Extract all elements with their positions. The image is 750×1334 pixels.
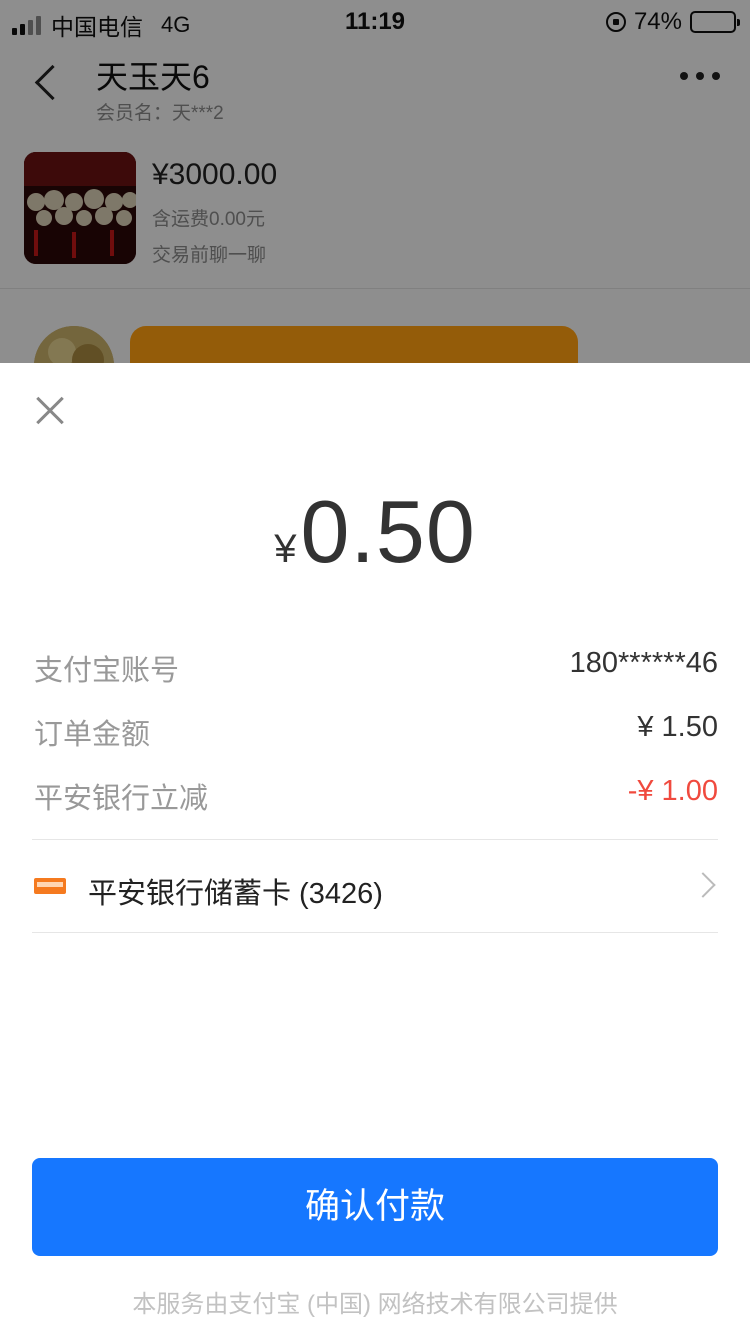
footer-note: 本服务由支付宝 (中国) 网络技术有限公司提供 — [132, 1291, 618, 1318]
payment-sheet: ¥0.50 支付宝账号 180******46 订单金额 ¥ 1.50 平安银行… — [0, 363, 750, 1334]
detail-row-account: 支付宝账号 180******46 — [34, 647, 718, 691]
detail-value: ¥ 1.50 — [637, 711, 718, 743]
detail-label: 订单金额 — [34, 719, 151, 751]
currency-symbol: ¥ — [274, 527, 297, 571]
payment-method-label: 平安银行储蓄卡 (3426) — [88, 878, 383, 910]
payment-method-selector[interactable]: 平安银行储蓄卡 (3426) — [32, 840, 718, 932]
close-icon[interactable] — [30, 391, 70, 431]
payment-amount: ¥0.50 — [0, 481, 750, 583]
detail-row-order-amount: 订单金额 ¥ 1.50 — [34, 711, 718, 755]
divider — [32, 932, 718, 933]
background-page: 中国电信 4G 11:19 74% 天玉天6 会员名：天***2 ¥3000.0… — [0, 0, 750, 363]
bank-card-icon — [34, 878, 66, 894]
amount-value: 0.50 — [300, 482, 476, 581]
confirm-payment-button[interactable]: 确认付款 — [32, 1158, 718, 1256]
detail-label: 支付宝账号 — [34, 655, 180, 687]
dim-overlay[interactable] — [0, 0, 750, 363]
detail-row-discount: 平安银行立减 -¥ 1.00 — [34, 775, 718, 819]
detail-value: 180******46 — [569, 647, 718, 679]
detail-label: 平安银行立减 — [34, 783, 209, 815]
chevron-right-icon — [690, 872, 716, 898]
discount-value: -¥ 1.00 — [627, 775, 718, 807]
